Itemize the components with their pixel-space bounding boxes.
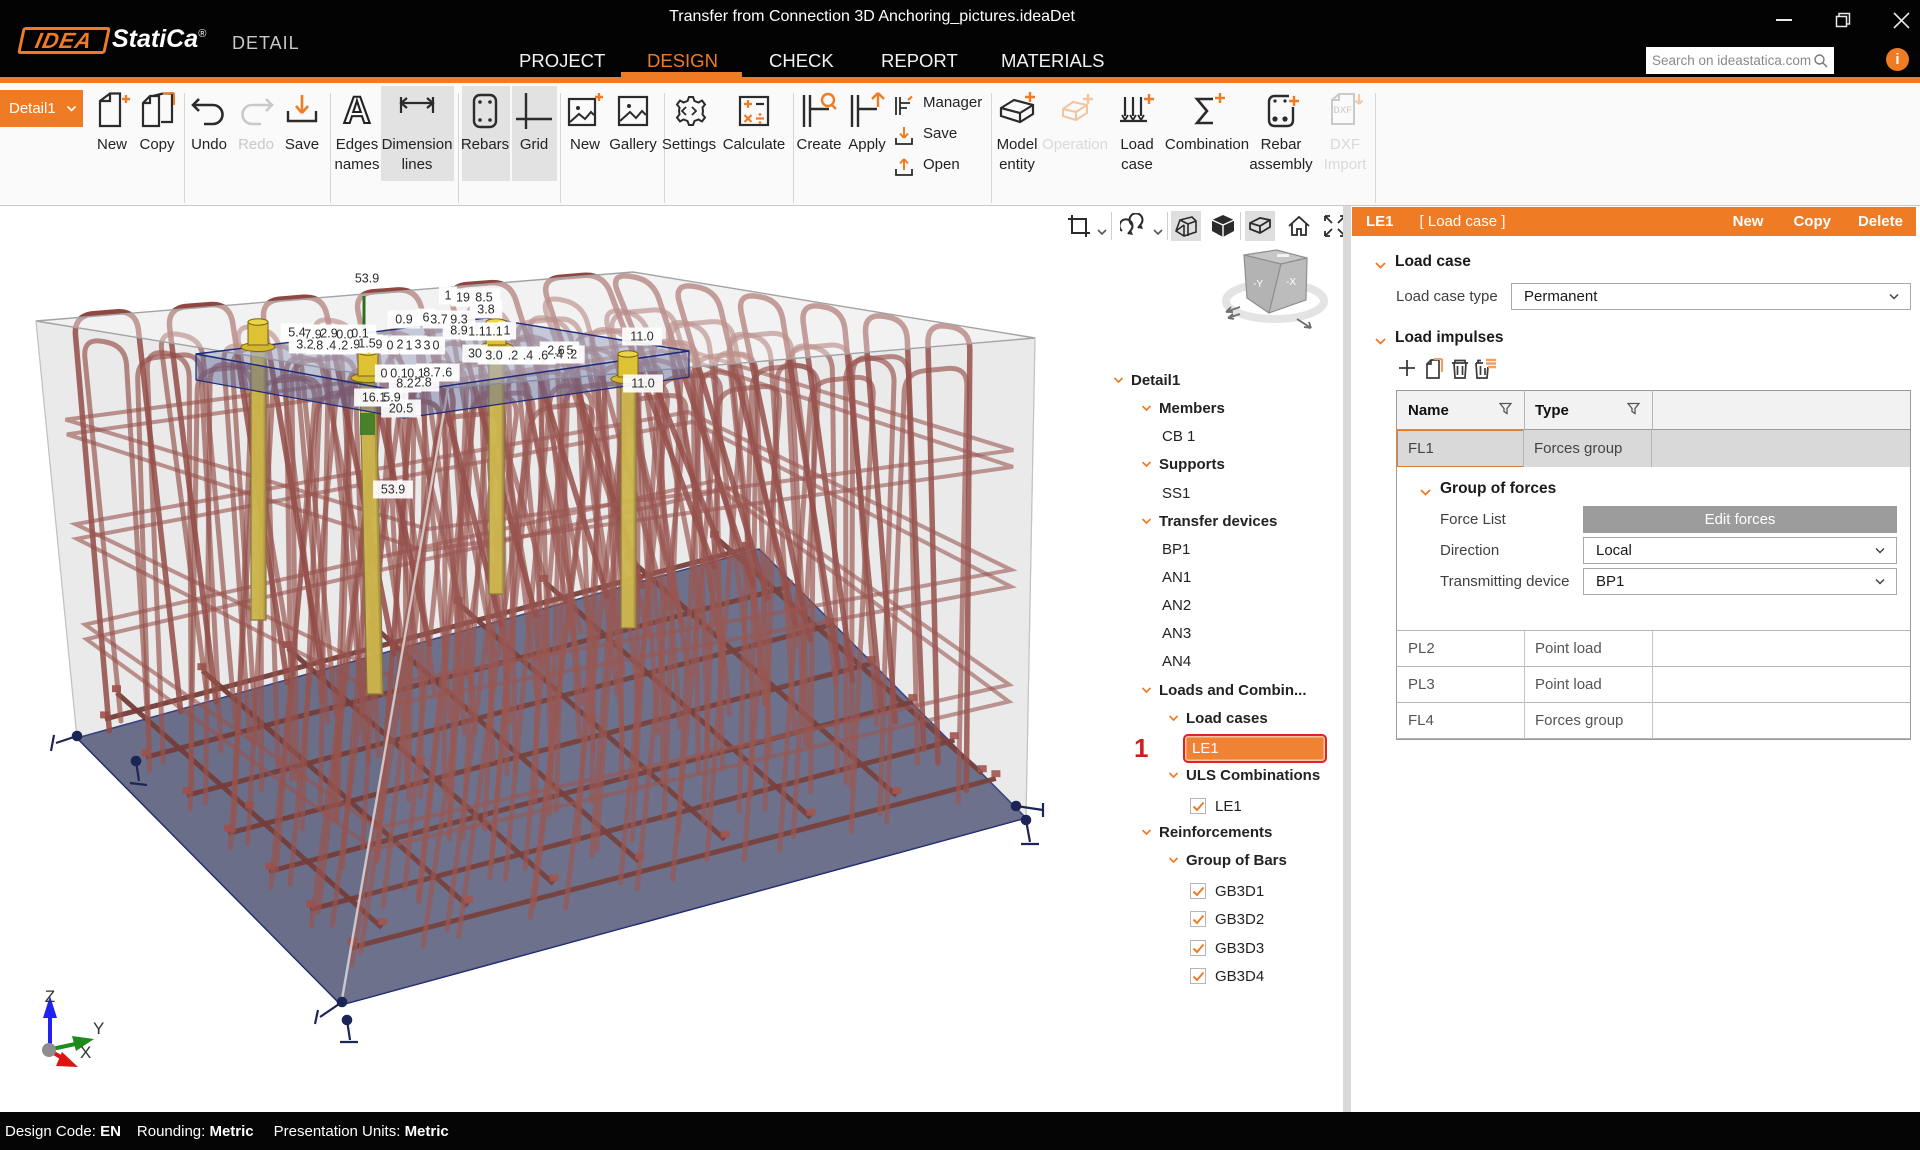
svg-text:DXF: DXF bbox=[1334, 105, 1353, 117]
svg-text:53.9: 53.9 bbox=[381, 483, 405, 497]
svg-text:2.6: 2.6 bbox=[547, 344, 564, 358]
svg-text:5: 5 bbox=[567, 344, 574, 358]
svg-text:53.9: 53.9 bbox=[355, 272, 379, 286]
svg-text:.4: .4 bbox=[523, 349, 533, 363]
svg-text:0.9: 0.9 bbox=[395, 313, 412, 327]
svg-text:3.0: 3.0 bbox=[485, 349, 502, 363]
svg-text:11.0: 11.0 bbox=[631, 377, 654, 391]
svg-text:.8: .8 bbox=[313, 339, 323, 353]
svg-text:.2: .2 bbox=[508, 349, 518, 363]
svg-text:1.1: 1.1 bbox=[468, 325, 485, 339]
svg-text:1.1: 1.1 bbox=[485, 325, 502, 339]
svg-text:A: A bbox=[343, 91, 370, 131]
svg-text:3.8: 3.8 bbox=[477, 303, 494, 317]
svg-text:Y: Y bbox=[93, 1019, 104, 1038]
svg-text:8.9: 8.9 bbox=[450, 324, 467, 338]
svg-text:0: 0 bbox=[433, 339, 440, 353]
svg-text:6: 6 bbox=[423, 311, 430, 325]
svg-text:1: 1 bbox=[406, 339, 413, 353]
svg-text:8.2: 8.2 bbox=[396, 377, 413, 391]
svg-text:3.7: 3.7 bbox=[430, 313, 447, 327]
svg-text:Z: Z bbox=[45, 987, 55, 1006]
svg-text:.2: .2 bbox=[338, 339, 348, 353]
svg-text:3.2: 3.2 bbox=[296, 338, 313, 352]
svg-text:3: 3 bbox=[424, 339, 431, 353]
svg-text:2.8: 2.8 bbox=[414, 376, 431, 390]
svg-text:1: 1 bbox=[504, 324, 511, 338]
svg-text:20.5: 20.5 bbox=[389, 402, 413, 416]
svg-text:.6: .6 bbox=[442, 366, 452, 380]
svg-text:11.0: 11.0 bbox=[630, 330, 653, 344]
svg-text:1: 1 bbox=[445, 289, 452, 303]
svg-text:0: 0 bbox=[381, 367, 388, 381]
svg-text:0: 0 bbox=[387, 339, 394, 353]
svg-text:-X: -X bbox=[1286, 277, 1296, 288]
svg-text:X: X bbox=[80, 1043, 91, 1062]
svg-text:.4: .4 bbox=[326, 339, 336, 353]
svg-text:9: 9 bbox=[376, 338, 383, 352]
svg-text:2: 2 bbox=[397, 338, 404, 352]
svg-text:30: 30 bbox=[468, 347, 482, 361]
svg-text:3: 3 bbox=[415, 338, 422, 352]
svg-text:-Y: -Y bbox=[1253, 279, 1263, 290]
svg-text:19: 19 bbox=[456, 291, 470, 305]
svg-text:1.5: 1.5 bbox=[358, 337, 375, 351]
